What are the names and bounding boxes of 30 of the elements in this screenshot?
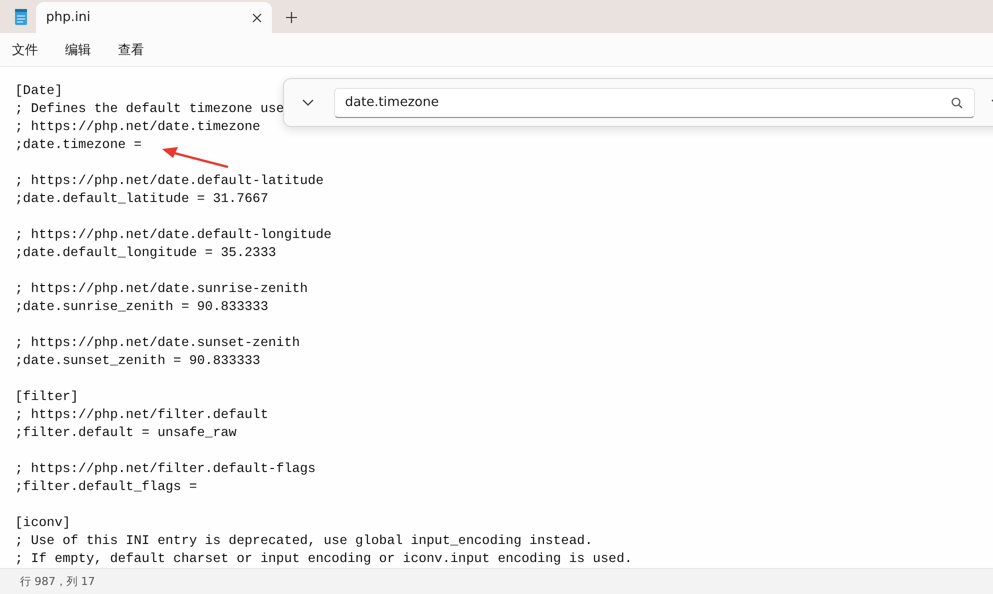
find-field[interactable]: date.timezone (334, 88, 975, 118)
code-line: ; https://php.net/date.default-latitude (15, 172, 324, 190)
menu-item[interactable]: 文件 (12, 40, 38, 58)
notepad-icon (14, 8, 28, 26)
code-line: ;date.sunrise_zenith = 90.833333 (15, 298, 268, 316)
code-line: [iconv] (15, 514, 70, 532)
code-line: [filter] (15, 388, 78, 406)
code-line: ;filter.default_flags = (15, 478, 198, 496)
menu-item[interactable]: 编辑 (65, 40, 91, 58)
code-line: ; Use of this INI entry is deprecated, use global input_encoding instead. (15, 532, 593, 550)
cursor-position: 行 987，列 17 (20, 574, 95, 589)
file-tab[interactable]: php.ini (36, 2, 272, 33)
code-line: ; Defines the default timezone use (15, 100, 284, 118)
plus-icon[interactable] (286, 12, 297, 23)
code-line: ;date.default_latitude = 31.7667 (15, 190, 268, 208)
code-line: ; https://php.net/date.timezone (15, 118, 260, 136)
search-icon[interactable] (951, 96, 963, 108)
code-line: ; https://php.net/filter.default (15, 406, 268, 424)
code-line: ; https://php.net/date.sunset-zenith (15, 334, 300, 352)
code-line: ;date.default_longitude = 35.2333 (15, 244, 276, 262)
code-line: [Date] (15, 82, 62, 100)
menu-item[interactable]: 查看 (118, 40, 144, 58)
code-line: ; https://php.net/filter.default-flags (15, 460, 316, 478)
code-line: ; https://php.net/date.sunrise-zenith (15, 280, 308, 298)
code-line: ;filter.default = unsafe_raw (15, 424, 237, 442)
code-line: ; https://php.net/date.default-longitude (15, 226, 332, 244)
code-line: ;date.timezone = (15, 136, 142, 154)
close-icon[interactable] (252, 12, 262, 22)
code-line: ;date.sunset_zenith = 90.833333 (15, 352, 260, 370)
code-line: ; If empty, default charset or input encoding or iconv.input encoding is used. (15, 550, 632, 568)
